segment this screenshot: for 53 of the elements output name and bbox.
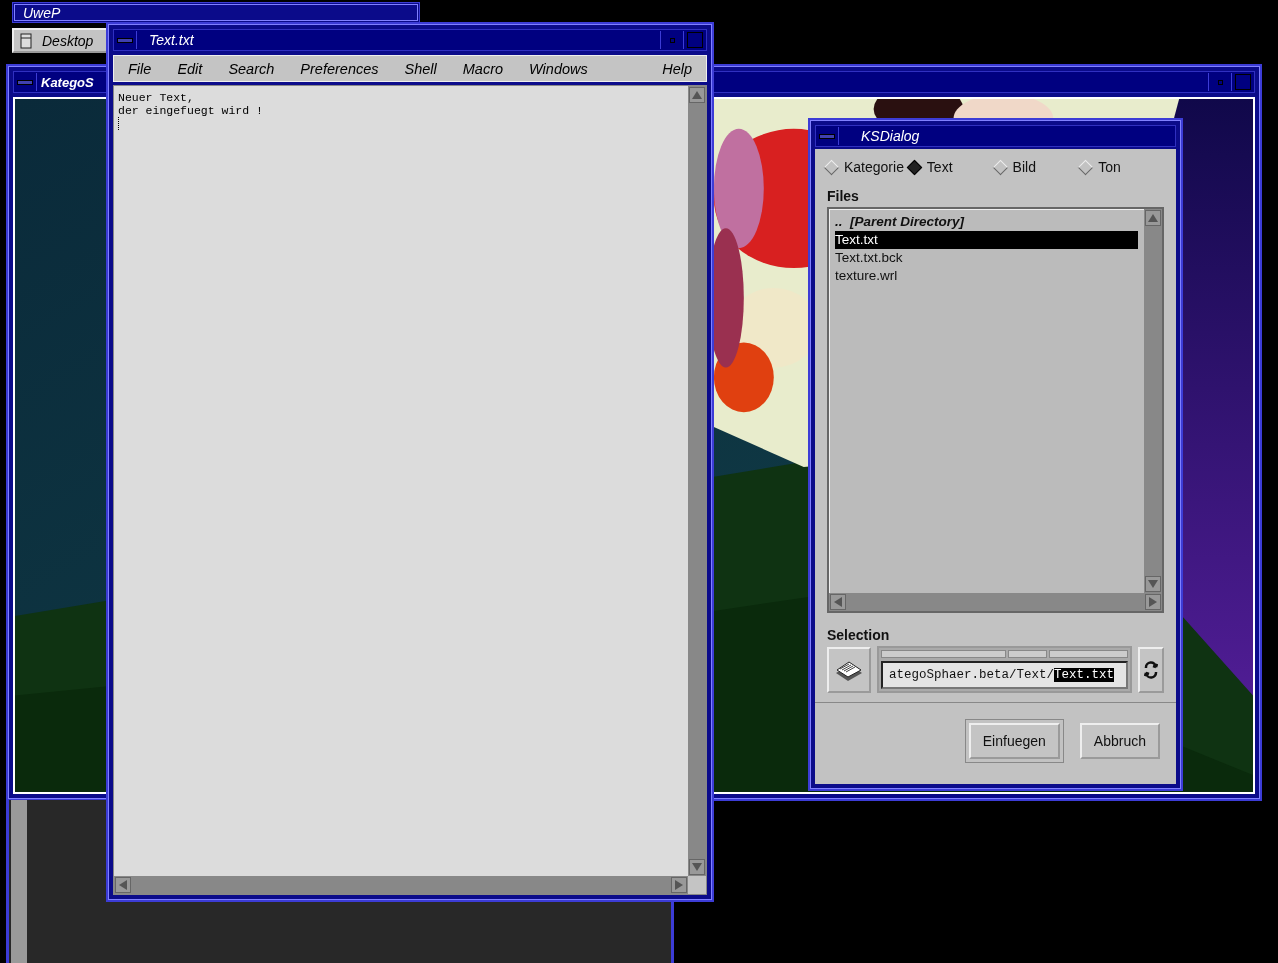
text-line: der eingefuegt wird ! — [118, 104, 264, 117]
section-label: Selection — [827, 627, 891, 643]
text-line: Neuer Text, — [118, 91, 195, 104]
maximize-button[interactable] — [1231, 73, 1254, 91]
scrollbar[interactable] — [114, 876, 688, 894]
scroll-right-icon[interactable] — [1145, 594, 1161, 610]
path-segment[interactable] — [1008, 650, 1048, 658]
text-cursor — [118, 117, 120, 130]
dialog-button[interactable]: Abbruch — [1079, 723, 1160, 759]
path-segment[interactable] — [881, 650, 1007, 658]
menu-item[interactable]: Preferences — [300, 60, 379, 77]
window-menu-button[interactable] — [816, 127, 839, 145]
scroll-down-icon[interactable] — [1145, 576, 1161, 592]
radio-button[interactable]: Bild — [992, 159, 1079, 175]
scroll-left-icon[interactable] — [830, 594, 846, 610]
list-entry[interactable]: .. [Parent Directory] — [835, 213, 1138, 231]
path-segment[interactable] — [1049, 650, 1128, 658]
scrollbar[interactable] — [688, 86, 706, 876]
window-menu-button[interactable] — [114, 31, 137, 49]
list-entry[interactable]: Text.txt.bck — [835, 249, 1138, 267]
drawer-icon — [20, 32, 32, 49]
menu-item[interactable]: Macro — [462, 60, 504, 77]
scroll-left-icon[interactable] — [115, 877, 131, 893]
scrollbar[interactable] — [1144, 209, 1162, 593]
dialog-button[interactable]: Einfuegen — [968, 723, 1060, 759]
maximize-button[interactable] — [683, 31, 706, 49]
radio-button[interactable]: Ton — [1078, 159, 1164, 175]
radio-button[interactable]: Kategorie — [824, 159, 907, 175]
window-title: KategoS — [41, 74, 94, 90]
scrollbar[interactable] — [11, 800, 27, 963]
section-label: Files — [827, 188, 860, 204]
text-area[interactable]: Neuer Text, der eingefuegt wird ! — [114, 86, 688, 876]
window-menu-button[interactable] — [14, 73, 37, 91]
scroll-down-icon[interactable] — [689, 859, 705, 875]
refresh-button[interactable] — [1138, 646, 1164, 693]
scroll-up-icon[interactable] — [689, 87, 705, 103]
refresh-icon — [1144, 658, 1158, 681]
list-entry[interactable]: texture.wrl — [835, 267, 1138, 285]
scroll-up-icon[interactable] — [1145, 210, 1161, 226]
menu-item[interactable]: Shell — [404, 60, 437, 77]
window-title: Text.txt — [149, 32, 194, 48]
scroll-right-icon[interactable] — [671, 877, 687, 893]
menu-item[interactable]: Edit — [177, 60, 203, 77]
window-title: KSDialog — [861, 128, 920, 144]
open-button[interactable] — [827, 646, 871, 693]
list-entry[interactable]: Text.txt — [835, 231, 1138, 249]
menu-item[interactable]: Help — [662, 60, 692, 77]
menu-item[interactable]: File — [128, 60, 152, 77]
window-title: UweP — [23, 4, 62, 21]
radio-button[interactable]: Text — [906, 159, 993, 175]
scrollbar[interactable] — [829, 593, 1162, 611]
menu-item[interactable]: Search — [228, 60, 275, 77]
menu-item[interactable]: Windows — [529, 60, 588, 77]
